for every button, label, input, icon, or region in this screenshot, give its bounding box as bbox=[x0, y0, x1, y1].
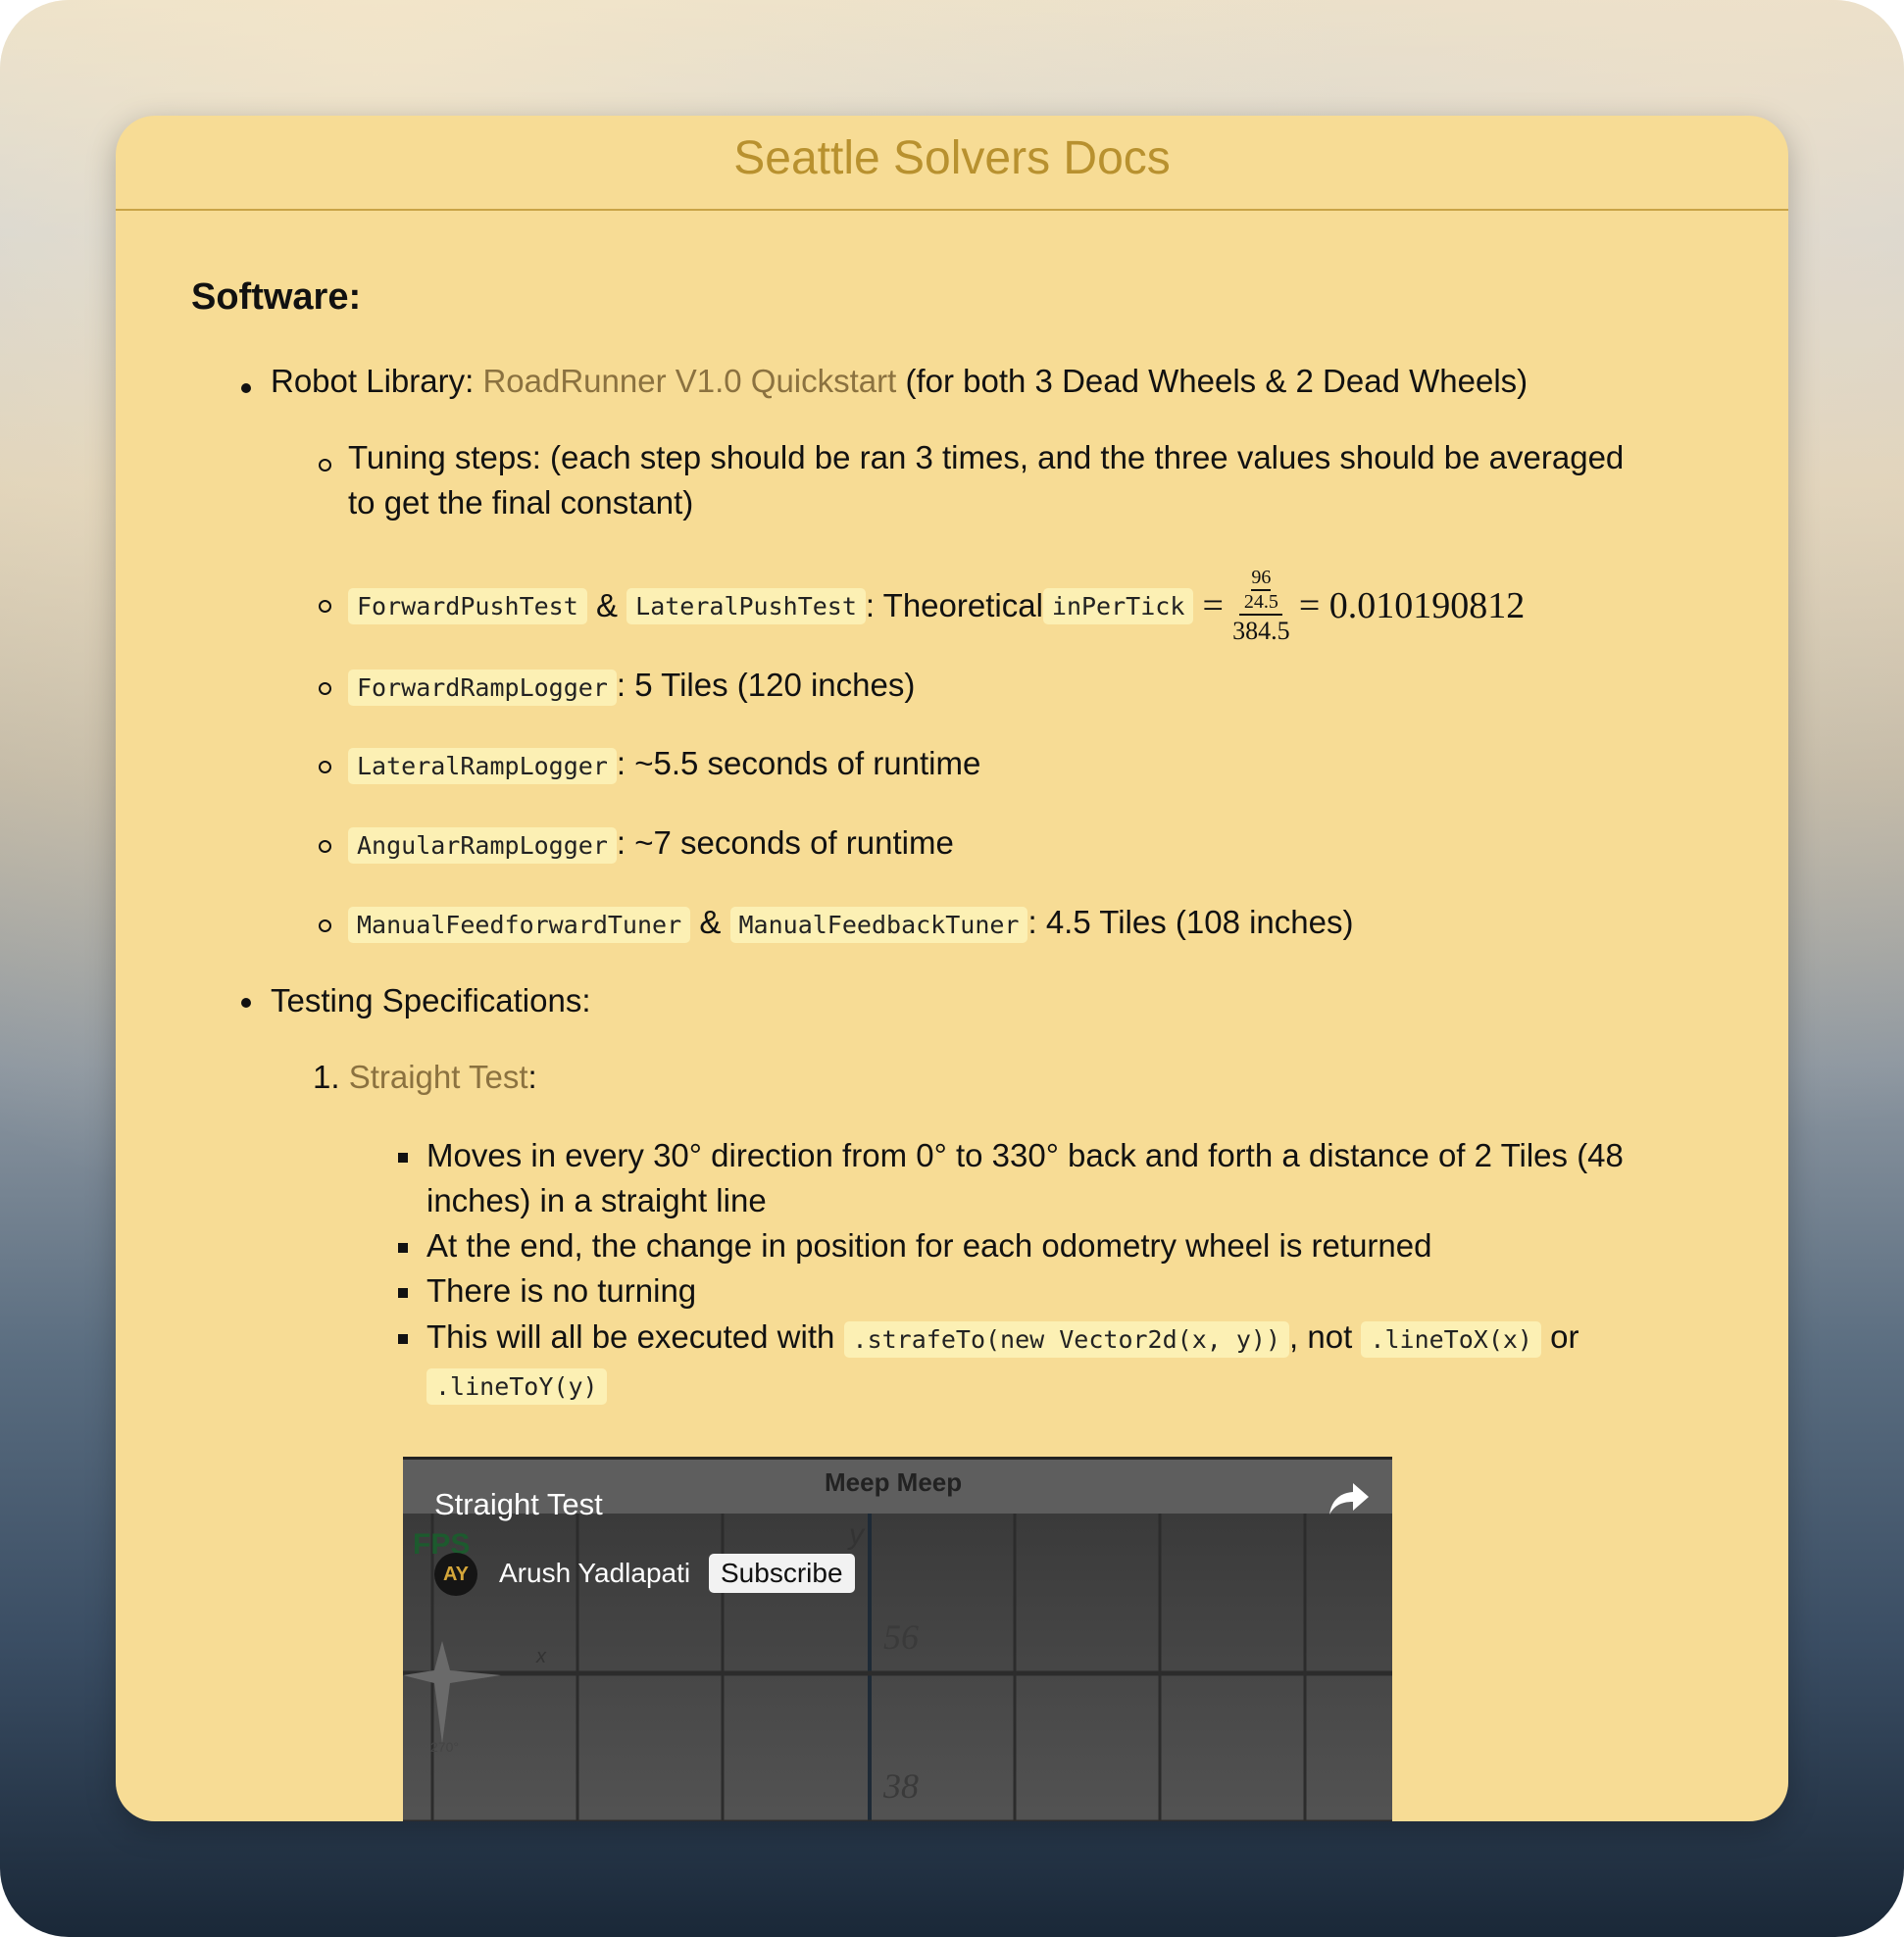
code-in-per-tick: inPerTick bbox=[1042, 587, 1194, 624]
number: 1. bbox=[313, 1059, 340, 1095]
code: .lineToY(y) bbox=[426, 1368, 607, 1405]
video-embed[interactable]: Meep Meep FPS y x 56 38 270° Straight Te… bbox=[403, 1457, 1392, 1821]
axis-label: x bbox=[536, 1646, 546, 1667]
spec-line: inches) in a straight line bbox=[426, 1182, 767, 1218]
site-header: Seattle Solvers Docs bbox=[116, 116, 1788, 211]
bullet bbox=[398, 1288, 408, 1298]
amp: & bbox=[595, 587, 618, 623]
spec-line: This will all be executed with .strafeTo… bbox=[426, 1318, 1579, 1358]
code: ManualFeedbackTuner bbox=[729, 907, 1028, 943]
tuning-item: ForwardRampLogger: 5 Tiles (120 inches) bbox=[348, 667, 916, 706]
bullet bbox=[319, 682, 331, 695]
tick-label: 38 bbox=[883, 1766, 919, 1806]
spec-line: Moves in every 30° direction from 0° to … bbox=[426, 1137, 1624, 1173]
compass-icon bbox=[403, 1641, 501, 1744]
manual-tuner-item: ManualFeedforwardTuner & ManualFeedbackT… bbox=[348, 904, 1354, 943]
suffix: (for both 3 Dead Wheels & 2 Dead Wheels) bbox=[896, 363, 1528, 399]
bullet bbox=[398, 1243, 408, 1253]
bullet bbox=[241, 998, 251, 1008]
code-lateral-push-test: LateralPushTest bbox=[626, 587, 866, 624]
result: = 0.010190812 bbox=[1298, 585, 1526, 626]
screen-background: Seattle Solvers Docs Software: Robot Lib… bbox=[0, 0, 1904, 1937]
code: .strafeTo(new Vector2d(x, y)) bbox=[843, 1321, 1290, 1358]
text: : Theoretical bbox=[865, 587, 1043, 623]
colon: : bbox=[527, 1059, 537, 1095]
bullet bbox=[319, 919, 331, 932]
axis-label: y bbox=[849, 1518, 864, 1551]
bullet bbox=[319, 840, 331, 853]
tuning-intro-line1: Tuning steps: (each step should be ran 3… bbox=[348, 439, 1625, 475]
tuning-item: AngularRampLogger: ~7 seconds of runtime bbox=[348, 824, 954, 864]
docs-card: Seattle Solvers Docs Software: Robot Lib… bbox=[116, 116, 1788, 1821]
text: or bbox=[1541, 1318, 1579, 1355]
code: ForwardRampLogger bbox=[348, 670, 617, 706]
bullet bbox=[398, 1334, 408, 1344]
text: : ~7 seconds of runtime bbox=[616, 824, 954, 861]
num-top: 96 bbox=[1251, 567, 1272, 591]
code: .lineToX(x) bbox=[1361, 1321, 1541, 1358]
straight-test-link[interactable]: Straight Test bbox=[349, 1059, 528, 1095]
site-title[interactable]: Seattle Solvers Docs bbox=[733, 131, 1171, 185]
testing-heading: Testing Specifications: bbox=[271, 982, 591, 1018]
text: : 5 Tiles (120 inches) bbox=[616, 667, 916, 703]
spec-line: At the end, the change in position for e… bbox=[426, 1227, 1432, 1264]
app-title: Meep Meep bbox=[825, 1467, 963, 1497]
subscribe-button[interactable]: Subscribe bbox=[709, 1554, 855, 1593]
robot-library-item: Robot Library: RoadRunner V1.0 Quickstar… bbox=[271, 363, 1528, 400]
bullet bbox=[398, 1153, 408, 1163]
video-title[interactable]: Straight Test bbox=[434, 1487, 603, 1522]
bullet bbox=[319, 761, 331, 773]
roadrunner-link[interactable]: RoadRunner V1.0 Quickstart bbox=[482, 363, 896, 399]
tick-label: 56 bbox=[883, 1617, 919, 1657]
straight-test-item: 1. Straight Test: bbox=[313, 1059, 537, 1096]
push-test-item: ForwardPushTest & LateralPushTest: Theor… bbox=[348, 547, 1525, 665]
channel-avatar[interactable]: AY bbox=[434, 1553, 477, 1596]
fraction: 96 24.5 384.5 bbox=[1232, 567, 1290, 646]
compass-label: 270° bbox=[430, 1739, 459, 1755]
denominator: 384.5 bbox=[1232, 616, 1290, 645]
code: LateralRampLogger bbox=[348, 748, 617, 784]
tuning-item: LateralRampLogger: ~5.5 seconds of runti… bbox=[348, 745, 981, 784]
spec-line: .lineToY(y) bbox=[426, 1366, 607, 1405]
spec-line: There is no turning bbox=[426, 1272, 697, 1309]
bullet bbox=[319, 600, 331, 613]
num-bottom: 24.5 bbox=[1243, 590, 1278, 613]
text: , not bbox=[1289, 1318, 1362, 1355]
numerator: 96 24.5 bbox=[1239, 567, 1283, 616]
text: This will all be executed with bbox=[426, 1318, 844, 1355]
code: AngularRampLogger bbox=[348, 827, 617, 864]
section-heading: Software: bbox=[191, 276, 362, 318]
text: : 4.5 Tiles (108 inches) bbox=[1027, 904, 1354, 940]
code: ManualFeedforwardTuner bbox=[348, 907, 691, 943]
share-icon[interactable] bbox=[1328, 1481, 1371, 1516]
amp: & bbox=[699, 904, 722, 940]
code-forward-push-test: ForwardPushTest bbox=[348, 587, 587, 624]
channel-name[interactable]: Arush Yadlapati bbox=[499, 1558, 690, 1589]
label: Robot Library: bbox=[271, 363, 483, 399]
bullet bbox=[241, 383, 251, 393]
tuning-intro-line2: to get the final constant) bbox=[348, 484, 694, 521]
equals: = bbox=[1202, 585, 1224, 626]
text: : ~5.5 seconds of runtime bbox=[616, 745, 981, 781]
bullet bbox=[319, 459, 331, 472]
